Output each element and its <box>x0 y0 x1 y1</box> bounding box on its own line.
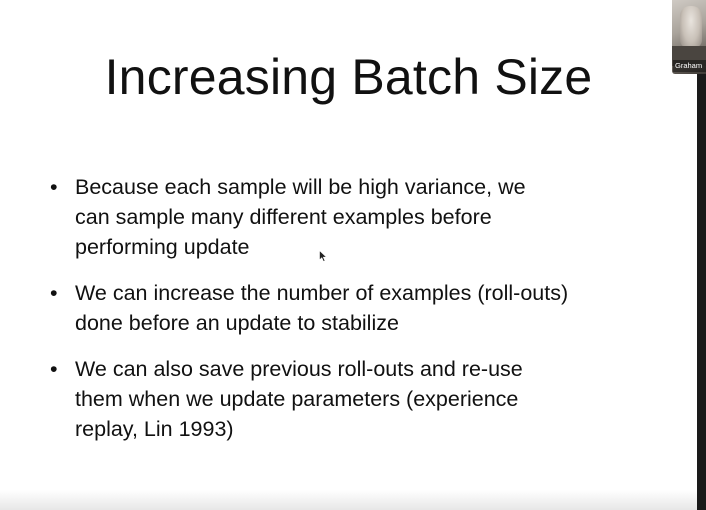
presentation-slide: Increasing Batch Size • Because each sam… <box>0 0 697 510</box>
slide-title: Increasing Batch Size <box>104 49 593 105</box>
mouse-cursor-icon <box>319 250 327 262</box>
window-edge-bar <box>697 0 706 510</box>
bullet-line: them when we update parameters (experien… <box>75 387 519 411</box>
bullet-list: • Because each sample will be high varia… <box>50 172 660 460</box>
bullet-line: done before an update to stabilize <box>75 311 399 335</box>
participant-name-label: Graham <box>673 60 706 72</box>
screen: Increasing Batch Size • Because each sam… <box>0 0 706 510</box>
bullet-dot-icon: • <box>50 357 58 381</box>
bullet-dot-icon: • <box>50 175 58 199</box>
bullet-item: • Because each sample will be high varia… <box>50 172 660 262</box>
bullet-item: • We can also save previous roll-outs an… <box>50 354 660 444</box>
bullet-item: • We can increase the number of examples… <box>50 278 660 338</box>
bullet-line: replay, Lin 1993) <box>75 417 234 441</box>
participant-face <box>680 6 702 48</box>
bullet-line: can sample many different examples befor… <box>75 205 492 229</box>
bottom-shadow <box>0 490 697 510</box>
bullet-line: We can also save previous roll-outs and … <box>75 357 523 381</box>
bullet-line: performing update <box>75 235 250 259</box>
bullet-line: We can increase the number of examples (… <box>75 281 569 305</box>
bullet-line: Because each sample will be high varianc… <box>75 175 526 199</box>
bullet-dot-icon: • <box>50 281 58 305</box>
